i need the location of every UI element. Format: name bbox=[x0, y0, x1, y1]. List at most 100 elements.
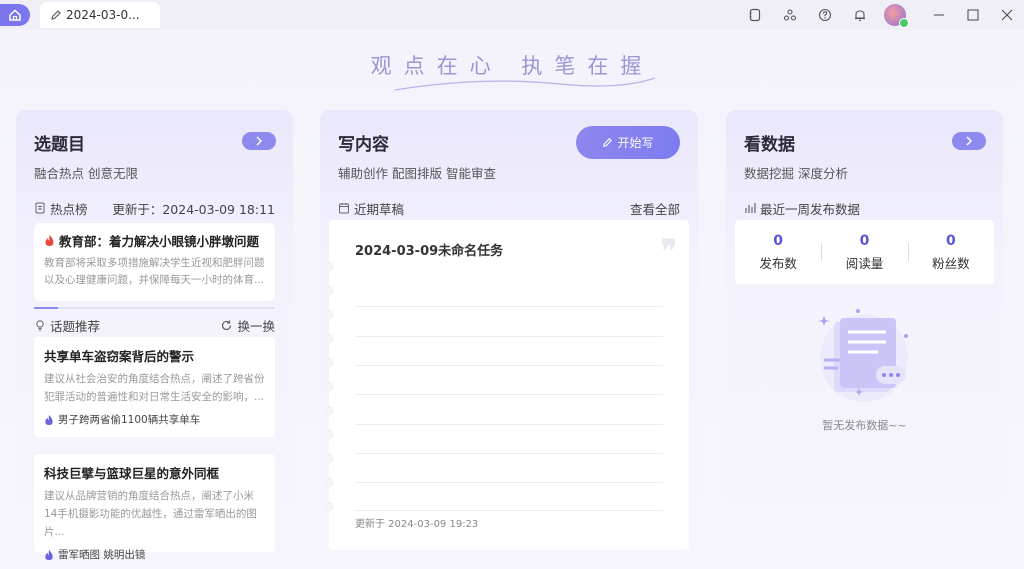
binder-hole bbox=[325, 310, 334, 319]
pencil-icon bbox=[603, 138, 613, 147]
hot-item-desc: 教育部将采取多项措施解决学生近视和肥胖问题以及心理健康问题，并保障每天一小时的体… bbox=[44, 257, 265, 286]
view-all-link[interactable]: 查看全部 bbox=[630, 199, 680, 218]
topics-card-title: 选题目 bbox=[34, 135, 85, 155]
binder-hole bbox=[325, 478, 334, 487]
topic-item[interactable]: 科技巨擘与篮球巨星的意外同框 建议从品牌营销的角度结合热点，阐述了小米14手机摄… bbox=[34, 454, 275, 561]
title-bar: 2024-03-0... bbox=[0, 0, 1024, 30]
topics-card-subtitle: 融合热点 创意无限 bbox=[34, 166, 138, 181]
hot-item-title: 教育部：着力解决小眼镜小胖墩问题 bbox=[59, 234, 260, 249]
topics-card: 选题目 融合热点 创意无限 热点榜 更新于：2024-03-09 18:11 教… bbox=[16, 110, 293, 561]
binder-hole bbox=[325, 406, 334, 415]
document-icon bbox=[35, 202, 45, 214]
stat-label: 粉丝数 bbox=[932, 255, 970, 271]
share-icon[interactable] bbox=[779, 4, 801, 26]
hot-list-label: 热点榜 bbox=[50, 201, 88, 217]
refresh-label: 换一换 bbox=[237, 318, 275, 334]
drafts-header: 近期草稿 查看全部 bbox=[338, 199, 680, 217]
topic-title: 共享单车盗窃案背后的警示 bbox=[44, 349, 195, 364]
home-button[interactable] bbox=[0, 4, 30, 26]
start-writing-button[interactable]: 开始写 bbox=[576, 126, 680, 159]
draft-line bbox=[355, 424, 663, 425]
hot-list-header: 热点榜 更新于：2024-03-09 18:11 bbox=[34, 199, 275, 217]
topics-arrow-button[interactable] bbox=[242, 132, 276, 150]
stat-publish: 0 发布数 bbox=[735, 233, 821, 272]
draft-line bbox=[355, 482, 663, 483]
help-icon[interactable] bbox=[814, 4, 836, 26]
draft-line bbox=[355, 453, 663, 454]
draft-title: 2024-03-09未命名任务 bbox=[355, 244, 504, 259]
calendar-icon bbox=[339, 203, 349, 214]
topic-desc: 建议从品牌营销的角度结合热点，阐述了小米14手机摄影功能的优越性，通过雷军晒出的… bbox=[44, 490, 257, 538]
stat-value: 0 bbox=[773, 232, 784, 249]
stat-reads: 0 阅读量 bbox=[821, 233, 907, 272]
data-card: 看数据 数据挖掘 深度分析 最近一周发布数据 0 发布数 0 阅读量 0 粉丝数 bbox=[726, 110, 1003, 552]
online-status-dot bbox=[899, 18, 909, 28]
write-card: 写内容 开始写 辅助创作 配图排版 智能审查 近期草稿 查看全部 ❞ 2024-… bbox=[320, 110, 698, 552]
chevron-right-icon bbox=[966, 136, 973, 146]
hot-item-card[interactable]: 教育部：着力解决小眼镜小胖墩问题 教育部将采取多项措施解决学生近视和肥胖问题以及… bbox=[34, 223, 275, 301]
stat-value: 0 bbox=[945, 232, 956, 249]
close-icon bbox=[1001, 9, 1013, 21]
recommend-label: 话题推荐 bbox=[50, 318, 101, 334]
binder-hole bbox=[325, 502, 334, 511]
close-button[interactable] bbox=[990, 0, 1024, 30]
data-arrow-button[interactable] bbox=[952, 132, 986, 150]
bell-icon[interactable] bbox=[849, 4, 871, 26]
write-card-title: 写内容 bbox=[338, 135, 389, 155]
tab-label: 2024-03-0... bbox=[66, 8, 140, 22]
topic-title: 科技巨擘与篮球巨星的意外同框 bbox=[44, 466, 220, 481]
maximize-button[interactable] bbox=[956, 0, 990, 30]
binder-hole bbox=[325, 286, 334, 295]
draft-card[interactable]: ❞ 2024-03-09未命名任务 更新于 2024-03-09 19:23 bbox=[325, 220, 689, 550]
topic-tag: 雷军晒图 姚明出镜 bbox=[58, 549, 146, 561]
notebook-icon[interactable] bbox=[744, 4, 766, 26]
chevron-right-icon bbox=[256, 136, 263, 146]
quote-mark: ❞ bbox=[660, 234, 677, 269]
write-card-subtitle: 辅助创作 配图排版 智能审查 bbox=[338, 166, 496, 181]
minimize-button[interactable] bbox=[922, 0, 956, 30]
lightbulb-icon bbox=[36, 320, 44, 331]
topic-desc: 建议从社会治安的角度结合热点，阐述了跨省份犯罪活动的普遍性和对日常生活安全的影响… bbox=[44, 373, 265, 403]
empty-data-text: 暂无发布数据~~ bbox=[822, 419, 907, 432]
flame-icon bbox=[45, 235, 54, 246]
draft-line bbox=[355, 336, 663, 337]
avatar[interactable] bbox=[884, 4, 909, 28]
binder-hole bbox=[325, 430, 334, 439]
binder-hole bbox=[325, 382, 334, 391]
stat-value: 0 bbox=[859, 232, 870, 249]
stat-label: 发布数 bbox=[759, 255, 797, 271]
topic-item[interactable]: 共享单车盗窃案背后的警示 建议从社会治安的角度结合热点，阐述了跨省份犯罪活动的普… bbox=[34, 337, 275, 437]
carousel-progress-fill bbox=[34, 307, 59, 309]
slogan-swoosh bbox=[394, 77, 656, 91]
draft-line bbox=[355, 394, 663, 395]
flame-icon bbox=[45, 549, 53, 560]
stat-label: 阅读量 bbox=[845, 255, 884, 271]
hot-list-updated: 更新于：2024-03-09 18:11 bbox=[112, 201, 275, 217]
slogan: 观点在心 执笔在握 bbox=[320, 50, 704, 100]
tab-current-task[interactable]: 2024-03-0... bbox=[40, 2, 160, 28]
draft-line bbox=[355, 306, 663, 307]
week-data-header: 最近一周发布数据 bbox=[744, 199, 985, 217]
binder-hole bbox=[325, 358, 334, 367]
data-card-title: 看数据 bbox=[744, 135, 795, 155]
binder-hole bbox=[325, 262, 334, 271]
draft-line bbox=[355, 365, 663, 366]
bar-chart-icon bbox=[745, 203, 756, 213]
draft-line bbox=[355, 510, 663, 511]
flame-icon bbox=[45, 414, 53, 425]
refresh-button[interactable]: 换一换 bbox=[220, 316, 275, 335]
data-card-subtitle: 数据挖掘 深度分析 bbox=[744, 166, 848, 181]
empty-data-illustration bbox=[818, 309, 908, 402]
week-data-label: 最近一周发布数据 bbox=[760, 201, 861, 217]
draft-updated: 更新于 2024-03-09 19:23 bbox=[355, 519, 479, 530]
maximize-icon bbox=[967, 9, 979, 21]
binder-hole bbox=[325, 334, 334, 343]
drafts-label: 近期草稿 bbox=[354, 201, 405, 217]
binder-hole bbox=[325, 454, 334, 463]
refresh-icon bbox=[222, 320, 232, 330]
start-writing-label: 开始写 bbox=[617, 136, 654, 150]
stats-panel: 0 发布数 0 阅读量 0 粉丝数 bbox=[735, 220, 994, 284]
recommend-header: 话题推荐 换一换 bbox=[34, 316, 275, 334]
minimize-icon bbox=[934, 14, 944, 16]
edit-icon bbox=[51, 10, 61, 20]
